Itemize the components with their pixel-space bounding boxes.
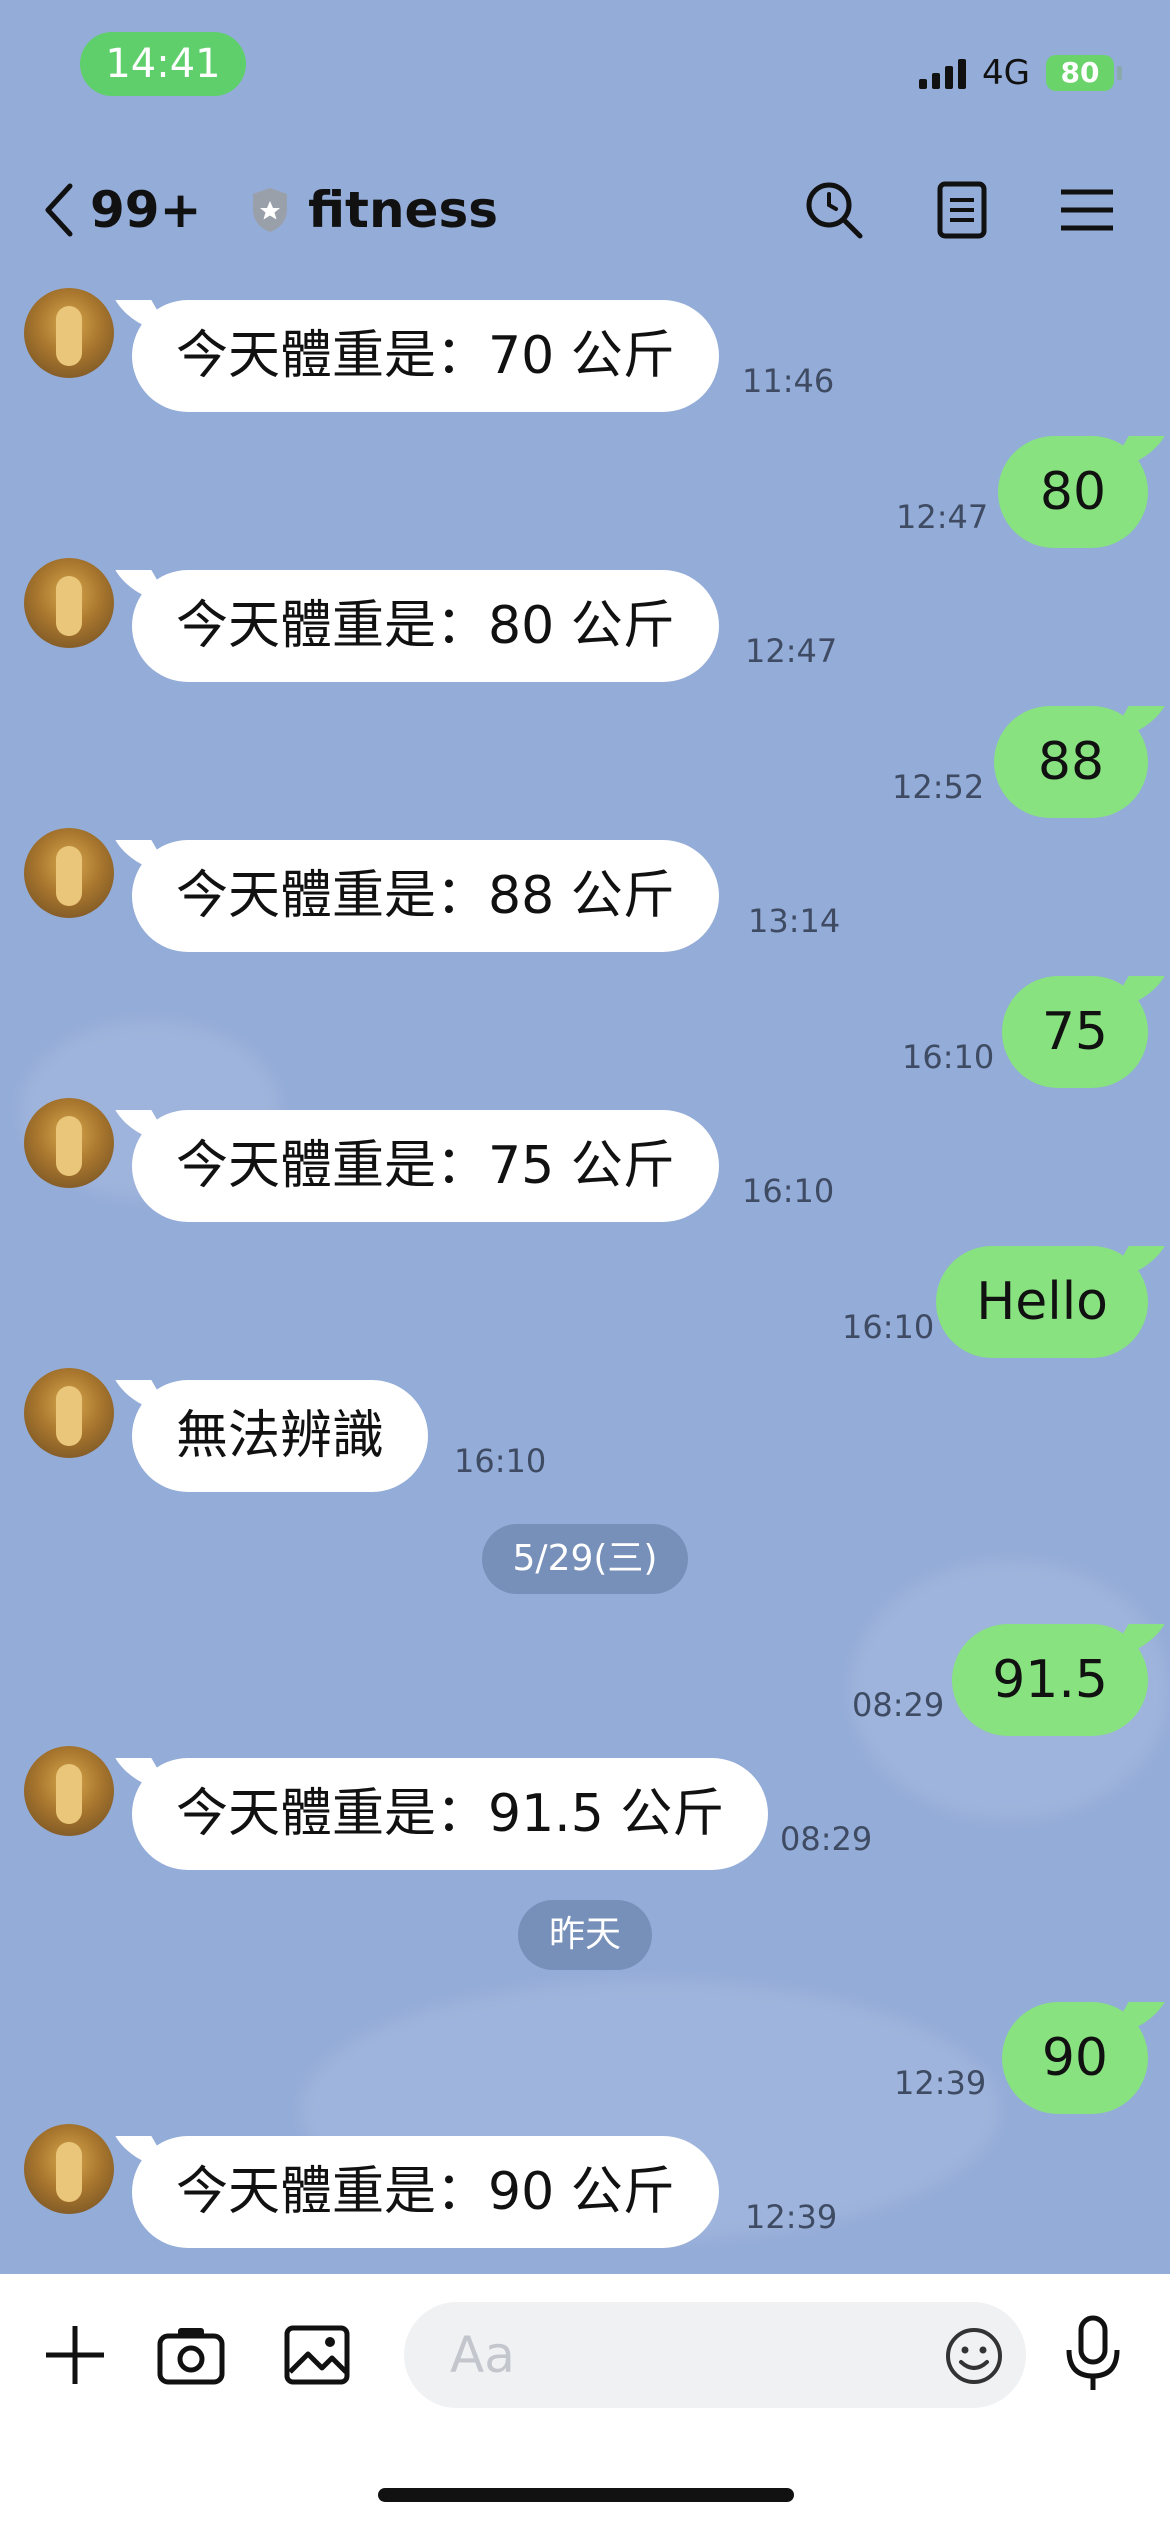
message-time: 12:47 — [745, 632, 838, 670]
battery-icon: 80 — [1046, 55, 1122, 91]
message-time: 16:10 — [454, 1442, 547, 1480]
microphone-icon[interactable] — [1058, 2314, 1128, 2394]
camera-icon[interactable] — [156, 2320, 226, 2390]
status-time: 14:41 — [80, 32, 246, 96]
message-input[interactable]: Aa — [404, 2302, 1026, 2408]
avatar[interactable] — [24, 558, 114, 648]
message-input-placeholder: Aa — [450, 2326, 515, 2384]
incoming-message[interactable]: 今天體重是：80 公斤 — [132, 570, 719, 682]
emoji-icon[interactable] — [944, 2326, 1004, 2386]
chevron-left-icon — [45, 183, 73, 237]
message-time: 12:47 — [896, 498, 989, 536]
search-icon[interactable] — [802, 178, 866, 242]
shield-icon — [253, 188, 287, 232]
message-time: 08:29 — [852, 1686, 945, 1724]
outgoing-message[interactable]: 91.5 — [952, 1624, 1148, 1736]
outgoing-message[interactable]: 75 — [1001, 976, 1148, 1088]
menu-icon[interactable] — [1055, 178, 1119, 242]
message-time: 16:10 — [842, 1308, 935, 1346]
message-time: 08:29 — [780, 1820, 873, 1858]
incoming-message[interactable]: 無法辨識 — [132, 1380, 429, 1492]
avatar[interactable] — [24, 2124, 114, 2214]
incoming-message[interactable]: 今天體重是：90 公斤 — [132, 2136, 719, 2248]
avatar[interactable] — [24, 1098, 114, 1188]
outgoing-message[interactable]: 88 — [994, 706, 1148, 818]
avatar[interactable] — [24, 1368, 114, 1458]
outgoing-message[interactable]: 80 — [998, 436, 1148, 548]
back-button[interactable]: 99+ — [40, 178, 201, 242]
avatar[interactable] — [24, 1746, 114, 1836]
outgoing-message[interactable]: 90 — [1001, 2002, 1148, 2114]
network-type: 4G — [982, 53, 1030, 93]
image-icon[interactable] — [282, 2320, 352, 2390]
incoming-message[interactable]: 今天體重是：88 公斤 — [132, 840, 719, 952]
date-separator: 昨天 — [518, 1900, 652, 1970]
avatar[interactable] — [24, 828, 114, 918]
incoming-message[interactable]: 今天體重是：91.5 公斤 — [132, 1758, 769, 1870]
message-time: 13:14 — [748, 902, 841, 940]
message-time: 16:10 — [742, 1172, 835, 1210]
home-indicator[interactable] — [378, 2488, 794, 2502]
chat-title-text: fitness — [308, 181, 498, 239]
date-separator: 5/29(三) — [482, 1524, 688, 1594]
message-time: 12:39 — [894, 2064, 987, 2102]
chat-header: 99+ fitness — [0, 150, 1170, 270]
battery-level: 80 — [1060, 56, 1100, 89]
chat-title[interactable]: fitness — [250, 178, 498, 242]
message-time: 16:10 — [902, 1038, 995, 1076]
message-time: 11:46 — [742, 362, 835, 400]
message-time: 12:52 — [892, 768, 985, 806]
signal-icon — [919, 57, 967, 89]
status-indicators: 4G 80 — [919, 48, 1122, 98]
message-time: 12:39 — [745, 2198, 838, 2236]
unread-count: 99+ — [90, 181, 202, 239]
incoming-message[interactable]: 今天體重是：70 公斤 — [132, 300, 719, 412]
outgoing-message[interactable]: Hello — [936, 1246, 1148, 1358]
notes-icon[interactable] — [930, 178, 994, 242]
incoming-message[interactable]: 今天體重是：75 公斤 — [132, 1110, 719, 1222]
plus-icon[interactable] — [40, 2320, 110, 2390]
avatar[interactable] — [24, 288, 114, 378]
